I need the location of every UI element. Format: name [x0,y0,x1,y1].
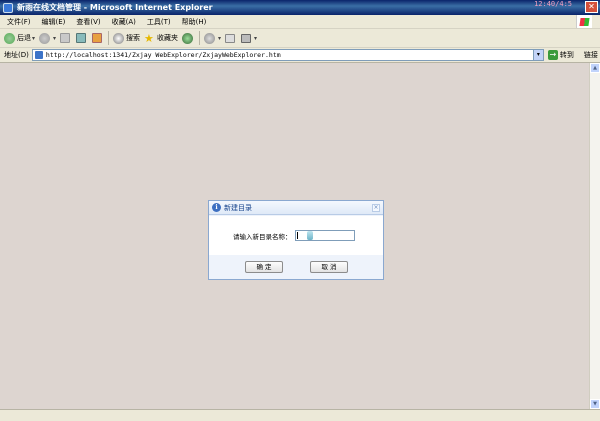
address-url: http://localhost:1341/Zxjay WebExplorer/… [45,51,281,59]
ie-app-icon [3,2,13,13]
dialog-close-button[interactable]: × [372,204,380,212]
scroll-down-icon[interactable]: ▼ [590,399,600,409]
dialog-body: 请输入新目录名称： [209,216,383,255]
menu-edit[interactable]: 编辑(E) [42,17,66,27]
go-button[interactable]: → 转到 [547,50,574,60]
windows-logo-icon [576,15,592,28]
window-title: 新雨在线文档管理 - Microsoft Internet Explorer [17,3,213,12]
vertical-scrollbar[interactable]: ▲ ▼ [589,63,600,409]
chevron-down-icon[interactable]: ▾ [218,35,221,42]
menu-tools[interactable]: 工具(T) [147,17,171,27]
back-button[interactable]: 后退 ▾ [4,32,35,44]
ok-button[interactable]: 确 定 [245,261,283,273]
print-button[interactable]: ▾ [241,33,257,43]
menu-view[interactable]: 查看(V) [76,17,100,27]
address-bar: 地址(D) http://localhost:1341/Zxjay WebExp… [0,48,600,63]
mail-icon [225,33,236,43]
address-input[interactable]: http://localhost:1341/Zxjay WebExplorer/… [31,49,544,61]
clock-overlay: 12:40/4:5 [534,0,572,8]
home-icon [92,33,103,43]
ime-indicator-icon [306,231,313,240]
directory-name-input[interactable] [294,230,355,241]
menu-file[interactable]: 文件(F) [7,17,31,27]
chevron-down-icon[interactable]: ▾ [53,35,56,42]
text-cursor [296,232,298,239]
window-title-bar[interactable]: 新雨在线文档管理 - Microsoft Internet Explorer 1… [0,0,600,15]
info-icon: i [212,203,221,212]
forward-button[interactable]: ▾ [39,32,56,44]
search-label: 搜索 [126,34,141,42]
forward-arrow-icon [39,32,51,44]
refresh-icon [76,33,87,43]
window-close-button[interactable]: ✕ [585,1,598,13]
standard-toolbar: 后退 ▾ ▾ 搜索 ★ 收藏夹 ▾ ▾ [0,29,600,48]
new-directory-dialog: i 新建目录 × 请输入新目录名称： 确 定 取 消 [208,200,384,280]
home-button[interactable] [92,33,104,43]
print-icon [241,33,252,43]
address-label: 地址(D) [4,51,29,59]
go-label: 转到 [559,51,574,59]
history-button[interactable]: ▾ [204,32,221,44]
menu-help[interactable]: 帮助(H) [182,17,207,27]
mail-button[interactable] [225,33,237,43]
favorites-label: 收藏夹 [157,34,179,42]
chevron-down-icon[interactable]: ▾ [532,50,543,60]
toolbar-separator [199,31,201,45]
stop-icon [60,33,71,43]
page-icon [34,51,43,59]
media-button[interactable] [182,32,195,44]
search-button[interactable]: 搜索 [113,32,141,44]
status-bar [0,409,600,421]
menu-bar: 文件(F) 编辑(E) 查看(V) 收藏(A) 工具(T) 帮助(H) [0,15,600,29]
go-arrow-icon: → [547,50,558,60]
chevron-down-icon[interactable]: ▾ [254,35,257,42]
links-button[interactable]: 链接 [584,50,598,60]
search-icon [113,32,125,44]
back-arrow-icon [4,32,15,44]
stop-button[interactable] [60,33,72,43]
media-icon [182,32,194,44]
dialog-title-bar[interactable]: i 新建目录 × [209,201,383,215]
toolbar-separator [108,31,110,45]
menu-favorites[interactable]: 收藏(A) [112,17,136,27]
history-icon [204,32,216,44]
dialog-title: 新建目录 [224,203,252,212]
star-icon: ★ [144,31,154,45]
directory-name-label: 请输入新目录名称： [233,232,292,241]
scroll-up-icon[interactable]: ▲ [590,63,600,73]
refresh-button[interactable] [76,33,88,43]
back-label: 后退 [17,34,31,42]
chevron-down-icon[interactable]: ▾ [32,35,35,42]
dialog-footer: 确 定 取 消 [209,255,383,279]
favorites-button[interactable]: ★ 收藏夹 [144,33,178,44]
cancel-button[interactable]: 取 消 [310,261,348,273]
